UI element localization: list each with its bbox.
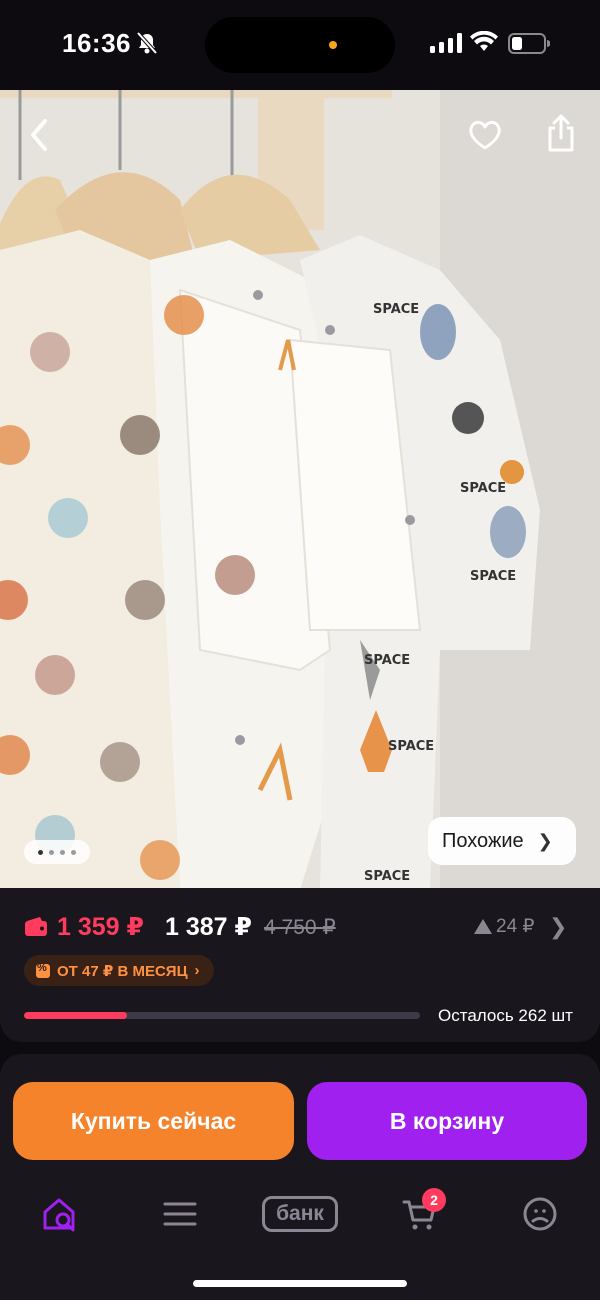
- tab-bar: банк 2: [0, 1184, 600, 1244]
- chevron-right-icon[interactable]: ❯: [549, 914, 567, 940]
- cart-count-badge: 2: [422, 1188, 446, 1212]
- bottom-panel: Купить сейчас В корзину банк 2: [0, 1054, 600, 1300]
- stock-progress-bar: [24, 1012, 420, 1019]
- bank-label: банк: [262, 1196, 338, 1232]
- heart-icon: [469, 120, 501, 150]
- bell-off-icon: [136, 31, 158, 55]
- dynamic-island: [205, 17, 395, 73]
- tab-cart[interactable]: 2: [390, 1184, 450, 1244]
- home-search-icon: [43, 1198, 75, 1232]
- image-pager: [24, 840, 90, 864]
- price-increase[interactable]: 24 ₽: [474, 915, 535, 938]
- price-increase-value: 24 ₽: [496, 916, 535, 937]
- back-button[interactable]: [14, 110, 64, 160]
- bank-card-price: 1 359 ₽: [57, 913, 144, 941]
- svg-text:SPACE: SPACE: [388, 739, 434, 754]
- current-price: 1 387 ₽: [165, 913, 252, 941]
- stock-remaining: Осталось 262 шт: [438, 1006, 573, 1025]
- buy-now-button[interactable]: Купить сейчас: [13, 1082, 294, 1160]
- status-time: 16:36: [62, 28, 131, 58]
- tab-profile[interactable]: [510, 1184, 570, 1244]
- menu-icon: [163, 1202, 197, 1226]
- product-photo[interactable]: SPACE SPACE SPACE SPACE SPACE SPACE Похо…: [0, 90, 600, 890]
- installment-label: ОТ 47 ₽ В МЕСЯЦ: [57, 962, 188, 980]
- installment-badge[interactable]: ОТ 47 ₽ В МЕСЯЦ ›: [24, 955, 214, 986]
- cellular-signal-icon: [430, 33, 462, 53]
- price-card: 1 359 ₽ 1 387 ₽ 4 750 ₽ 24 ₽ ❯ ОТ 47 ₽ В…: [0, 888, 600, 1042]
- wifi-icon: [470, 31, 498, 51]
- home-indicator: [193, 1280, 407, 1287]
- product-image: SPACE SPACE SPACE SPACE SPACE SPACE: [0, 90, 600, 890]
- arrow-up-icon: [474, 919, 492, 934]
- tab-catalog[interactable]: [150, 1184, 210, 1244]
- stock-progress-fill: [24, 1012, 127, 1019]
- pager-dot: [71, 849, 76, 855]
- battery-icon: [508, 33, 550, 54]
- status-bar: 16:36: [0, 0, 600, 90]
- pager-dot: [38, 849, 43, 855]
- similar-products-button[interactable]: Похожие ❯: [428, 817, 576, 865]
- wallet-icon: [25, 917, 47, 936]
- tab-bank[interactable]: банк: [262, 1184, 338, 1244]
- add-to-cart-button[interactable]: В корзину: [307, 1082, 587, 1160]
- chevron-right-icon: ❯: [537, 830, 553, 851]
- chevron-right-icon: ›: [194, 962, 200, 979]
- privacy-indicator: [329, 41, 337, 49]
- pager-dot: [49, 849, 54, 855]
- profile-icon: [523, 1197, 557, 1231]
- chevron-left-icon: [31, 119, 47, 151]
- svg-text:SPACE: SPACE: [373, 302, 419, 317]
- old-price: 4 750 ₽: [264, 916, 336, 939]
- tab-home[interactable]: [30, 1184, 90, 1244]
- svg-text:SPACE: SPACE: [364, 653, 410, 668]
- share-button[interactable]: [536, 108, 586, 158]
- svg-text:SPACE: SPACE: [364, 869, 410, 884]
- svg-text:SPACE: SPACE: [460, 481, 506, 496]
- similar-label: Похожие: [442, 829, 524, 852]
- share-icon: [548, 114, 574, 152]
- pager-dot: [60, 849, 65, 855]
- discount-tag-icon: [36, 962, 50, 978]
- svg-text:SPACE: SPACE: [470, 569, 516, 584]
- favorite-button[interactable]: [460, 110, 510, 160]
